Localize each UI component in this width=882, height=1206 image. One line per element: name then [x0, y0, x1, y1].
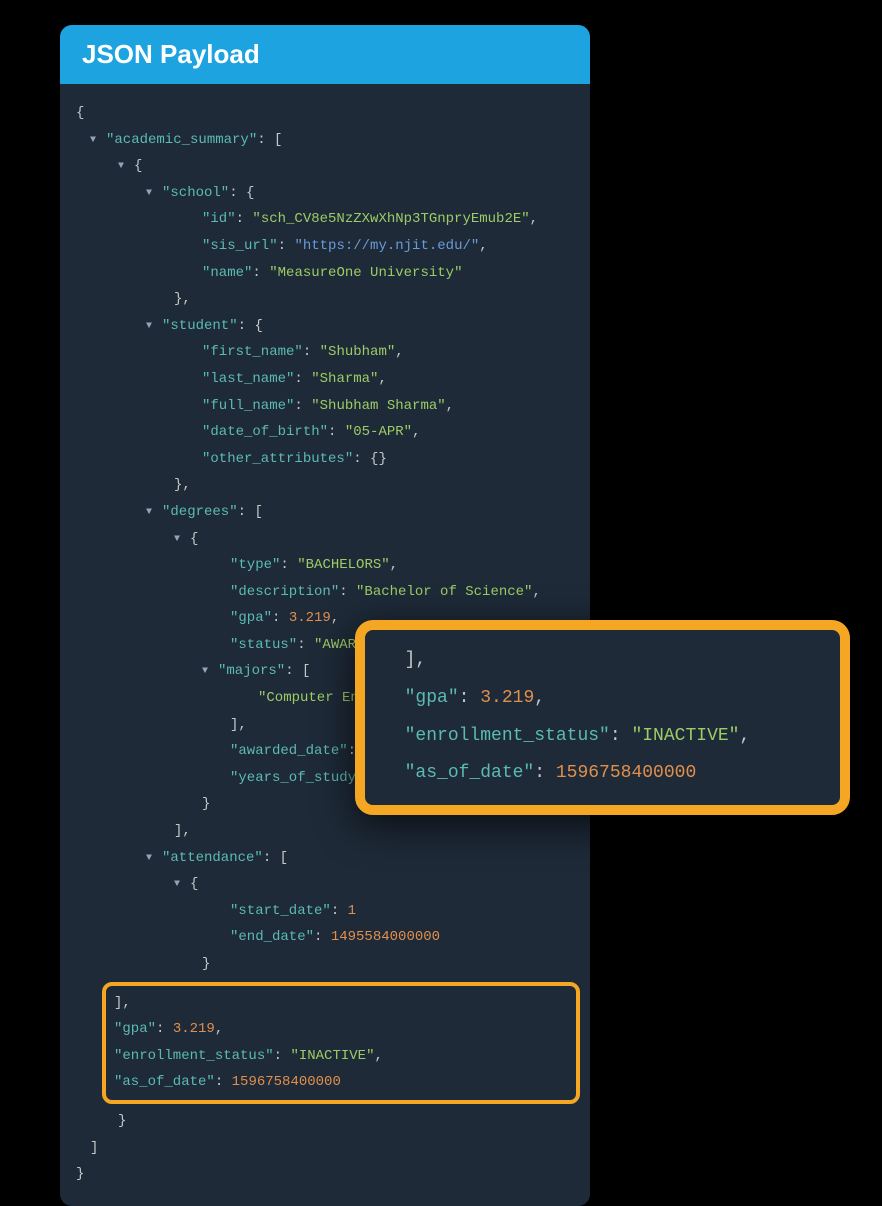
collapse-icon[interactable]: [118, 157, 134, 176]
json-line: }: [66, 1108, 580, 1135]
collapse-icon[interactable]: [90, 131, 106, 150]
json-line: ]: [66, 1135, 580, 1162]
json-line: "date_of_birth": "05-APR",: [66, 419, 580, 446]
json-line: "gpa": 3.219,: [383, 680, 822, 718]
json-line: "enrollment_status": "INACTIVE",: [383, 718, 822, 756]
json-line: "first_name": "Shubham",: [66, 339, 580, 366]
json-line: "last_name": "Sharma",: [66, 366, 580, 393]
json-line: "attendance": [: [66, 845, 580, 872]
json-line: "student": {: [66, 313, 580, 340]
panel-title: JSON Payload: [60, 25, 590, 84]
collapse-icon[interactable]: [146, 503, 162, 522]
collapse-icon[interactable]: [146, 317, 162, 336]
json-line: ],: [114, 990, 568, 1017]
collapse-icon[interactable]: [174, 530, 190, 549]
collapse-icon[interactable]: [174, 875, 190, 894]
highlight-region: ], "gpa": 3.219, "enrollment_status": "I…: [102, 982, 580, 1104]
zoom-callout: ], "gpa": 3.219, "enrollment_status": "I…: [355, 620, 850, 815]
json-line: "start_date": 1: [66, 898, 580, 925]
collapse-icon[interactable]: [202, 662, 218, 681]
collapse-icon[interactable]: [146, 849, 162, 868]
json-line: }: [66, 1161, 580, 1188]
json-line: "gpa": 3.219,: [114, 1016, 568, 1043]
json-line: "type": "BACHELORS",: [66, 552, 580, 579]
json-line: "school": {: [66, 180, 580, 207]
json-line: "full_name": "Shubham Sharma",: [66, 393, 580, 420]
json-line: "sis_url": "https://my.njit.edu/",: [66, 233, 580, 260]
json-line: "other_attributes": {}: [66, 446, 580, 473]
json-line: {: [66, 153, 580, 180]
json-panel: JSON Payload { "academic_summary": [ { "…: [60, 25, 590, 1206]
json-line: {: [66, 871, 580, 898]
json-line: "degrees": [: [66, 499, 580, 526]
collapse-icon[interactable]: [146, 184, 162, 203]
json-line: "end_date": 1495584000000: [66, 924, 580, 951]
json-line: "as_of_date": 1596758400000: [383, 755, 822, 793]
json-line: "name": "MeasureOne University": [66, 260, 580, 287]
json-line: "id": "sch_CV8e5NzZXwXhNp3TGnpryEmub2E",: [66, 206, 580, 233]
json-line: {: [66, 526, 580, 553]
json-line: ],: [66, 818, 580, 845]
json-line: "description": "Bachelor of Science",: [66, 579, 580, 606]
json-line: }: [66, 951, 580, 978]
json-line: ],: [383, 642, 822, 680]
json-line: "as_of_date": 1596758400000: [114, 1069, 568, 1096]
json-line: "enrollment_status": "INACTIVE",: [114, 1043, 568, 1070]
json-line: },: [66, 472, 580, 499]
json-line: {: [66, 100, 580, 127]
json-line: },: [66, 286, 580, 313]
json-line: "academic_summary": [: [66, 127, 580, 154]
